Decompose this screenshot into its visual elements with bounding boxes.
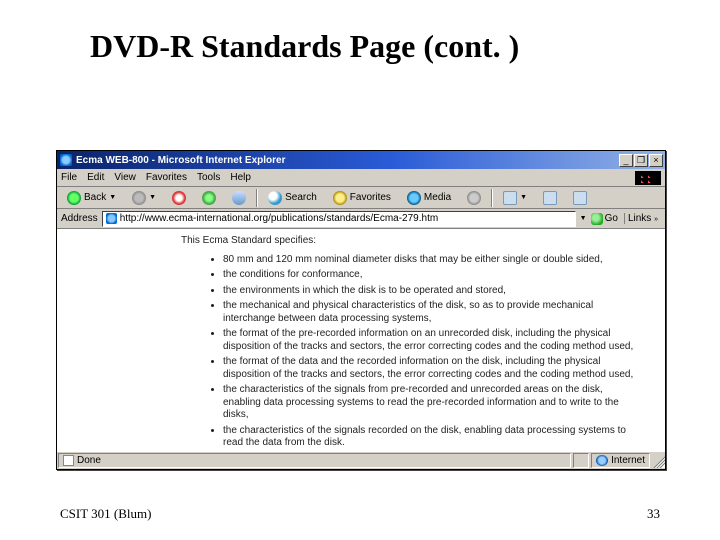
favorites-label: Favorites [350, 192, 391, 203]
address-url-text: http://www.ecma-international.org/public… [120, 213, 439, 224]
browser-window: Ecma WEB-800 - Microsoft Internet Explor… [56, 150, 666, 470]
address-bar: Address http://www.ecma-international.or… [57, 209, 665, 229]
favorites-button[interactable]: Favorites [327, 189, 397, 207]
windows-flag-icon [635, 171, 661, 185]
chevron-down-icon[interactable]: ▼ [520, 194, 527, 201]
chevron-down-icon[interactable]: ▼ [149, 194, 156, 201]
links-dropdown-icon: » [654, 216, 658, 223]
refresh-icon [202, 191, 216, 205]
menu-file[interactable]: File [61, 172, 77, 183]
edit-page-button[interactable] [567, 189, 593, 207]
menu-edit[interactable]: Edit [87, 172, 104, 183]
address-label: Address [61, 213, 98, 224]
search-icon [268, 191, 282, 205]
menu-bar: File Edit View Favorites Tools Help [57, 169, 665, 187]
list-item: the environments in which the disk is to… [223, 285, 643, 298]
status-zone-pane: Internet [591, 453, 650, 468]
media-label: Media [424, 192, 451, 203]
content-intro: This Ecma Standard specifies: [181, 235, 653, 248]
links-label[interactable]: Links » [624, 213, 661, 224]
internet-zone-icon [596, 455, 608, 466]
home-button[interactable] [226, 189, 252, 207]
forward-button[interactable]: ▼ [126, 189, 162, 207]
menu-help[interactable]: Help [230, 172, 251, 183]
stop-button[interactable] [166, 189, 192, 207]
window-title: Ecma WEB-800 - Microsoft Internet Explor… [76, 155, 619, 166]
mail-button[interactable]: ▼ [497, 189, 533, 207]
slide-footer-left: CSIT 301 (Blum) [60, 506, 152, 522]
status-bar: Done Internet [57, 451, 665, 469]
print-icon [543, 191, 557, 205]
titlebar: Ecma WEB-800 - Microsoft Internet Explor… [57, 151, 665, 169]
address-dropdown-icon[interactable]: ▼ [580, 215, 587, 222]
favorites-icon [333, 191, 347, 205]
slide-page-number: 33 [647, 506, 660, 522]
media-button[interactable]: Media [401, 189, 457, 207]
list-item: the format of the pre-recorded informati… [223, 328, 643, 353]
list-item: 80 mm and 120 mm nominal diameter disks … [223, 254, 643, 267]
list-item: the conditions for conformance, [223, 269, 643, 282]
go-label: Go [605, 213, 618, 224]
home-icon [232, 191, 246, 205]
status-message-pane: Done [58, 453, 571, 468]
search-label: Search [285, 192, 317, 203]
menu-view[interactable]: View [114, 172, 136, 183]
mail-icon [503, 191, 517, 205]
chevron-down-icon[interactable]: ▼ [109, 194, 116, 201]
go-arrow-icon [591, 213, 603, 225]
list-item: the characteristics of the signals from … [223, 384, 643, 422]
page-content: This Ecma Standard specifies: 80 mm and … [57, 229, 665, 451]
back-label: Back [84, 192, 106, 203]
print-button[interactable] [537, 189, 563, 207]
search-button[interactable]: Search [262, 189, 323, 207]
history-button[interactable] [461, 189, 487, 207]
document-icon [63, 455, 74, 466]
content-bullet-list: 80 mm and 120 mm nominal diameter disks … [223, 254, 653, 450]
list-item: the format of the data and the recorded … [223, 356, 643, 381]
menu-favorites[interactable]: Favorites [146, 172, 187, 183]
media-icon [407, 191, 421, 205]
forward-arrow-icon [132, 191, 146, 205]
toolbar: Back ▼ ▼ Search Favorites Media ▼ [57, 187, 665, 209]
status-empty-pane [573, 453, 589, 468]
minimize-button[interactable]: _ [619, 154, 633, 167]
history-icon [467, 191, 481, 205]
slide-title: DVD-R Standards Page (cont. ) [0, 0, 720, 75]
maximize-button[interactable]: ❐ [634, 154, 648, 167]
list-item: the characteristics of the signals recor… [223, 425, 643, 450]
back-arrow-icon [67, 191, 81, 205]
status-text: Done [77, 455, 101, 466]
back-button[interactable]: Back ▼ [61, 189, 122, 207]
refresh-button[interactable] [196, 189, 222, 207]
ie-icon [60, 154, 72, 166]
menu-tools[interactable]: Tools [197, 172, 220, 183]
list-item: the mechanical and physical characterist… [223, 300, 643, 325]
toolbar-separator [256, 189, 258, 207]
address-input[interactable]: http://www.ecma-international.org/public… [102, 211, 576, 227]
page-icon [106, 213, 117, 224]
status-zone-text: Internet [611, 455, 645, 466]
resize-grip[interactable] [651, 453, 665, 468]
stop-icon [172, 191, 186, 205]
go-button[interactable]: Go [591, 213, 618, 225]
edit-icon [573, 191, 587, 205]
toolbar-separator [491, 189, 493, 207]
close-button[interactable]: × [649, 154, 663, 167]
